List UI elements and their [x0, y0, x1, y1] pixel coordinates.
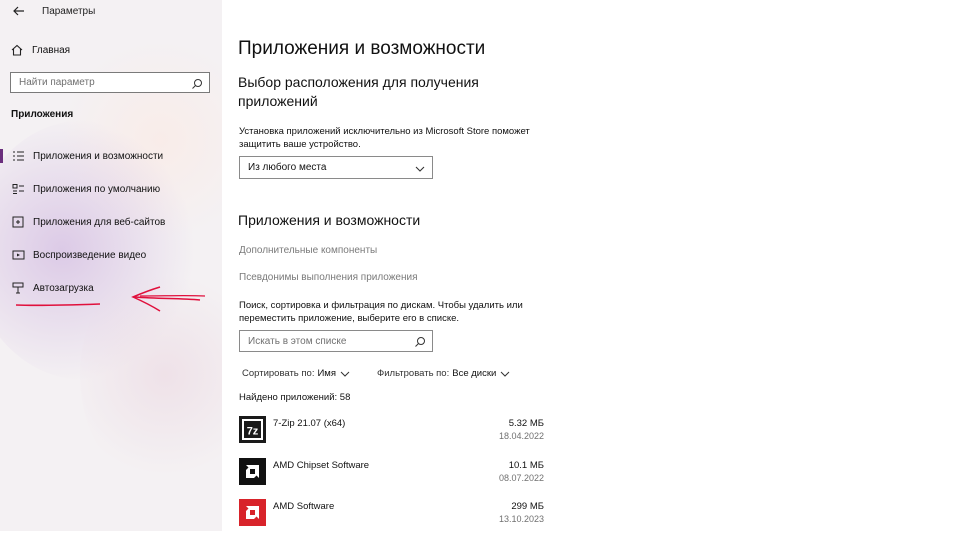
default-apps-icon [11, 183, 25, 195]
chevron-down-icon [340, 371, 350, 377]
home-label: Главная [32, 44, 71, 56]
filter-dropdown[interactable]: Фильтровать по: Все диски [377, 368, 510, 379]
app-name: AMD Software [273, 501, 335, 512]
list-icon [11, 150, 25, 162]
app-list-item[interactable]: AMD Software 299 МБ 13.10.2023 [239, 499, 544, 533]
apps-heading: Приложения и возможности [238, 212, 421, 228]
sidebar-item-default-apps[interactable]: Приложения по умолчанию [0, 174, 222, 204]
section-title: Приложения [11, 109, 74, 120]
page-title: Приложения и возможности [238, 38, 486, 59]
filter-label: Фильтровать по: [377, 368, 450, 379]
dropdown-value: Из любого места [248, 162, 327, 173]
sidebar: Параметры Главная Найти параметр Приложе… [0, 0, 222, 531]
app-date: 13.10.2023 [498, 514, 544, 524]
app-size: 5.32 МБ [508, 418, 544, 429]
source-heading: Выбор расположения для получения приложе… [238, 74, 479, 109]
app-date: 08.07.2022 [498, 473, 544, 483]
chevron-down-icon [414, 162, 426, 180]
home-link[interactable]: Главная [10, 40, 210, 60]
sidebar-item-label: Приложения для веб-сайтов [33, 216, 166, 228]
window-title: Параметры [42, 6, 96, 17]
app-list-search-input[interactable]: Искать в этом списке [239, 330, 433, 352]
search-icon[interactable] [191, 77, 203, 95]
sort-dropdown[interactable]: Сортировать по: Имя [242, 368, 350, 379]
sort-label: Сортировать по: [242, 368, 315, 379]
execution-aliases-link[interactable]: Псевдонимы выполнения приложения [239, 272, 418, 283]
app-source-dropdown[interactable]: Из любого места [239, 156, 433, 179]
main-content: Приложения и возможности Выбор расположе… [222, 0, 960, 531]
title-bar: Параметры [0, 0, 222, 24]
amd-software-logo-icon [239, 499, 266, 526]
app-name: AMD Chipset Software [273, 460, 370, 471]
sidebar-item-label: Автозагрузка [33, 282, 94, 294]
sidebar-item-startup[interactable]: Автозагрузка [0, 273, 222, 303]
video-icon [11, 249, 25, 261]
app-size: 299 МБ [511, 501, 544, 512]
back-arrow-icon[interactable] [12, 4, 26, 18]
search-placeholder: Искать в этом списке [248, 336, 347, 347]
filter-value: Все диски [452, 368, 497, 379]
web-apps-icon [11, 216, 25, 228]
search-description: Поиск, сортировка и фильтрация по дискам… [239, 300, 523, 324]
settings-search-input[interactable]: Найти параметр [10, 72, 210, 93]
home-icon [11, 44, 23, 56]
apps-count: Найдено приложений: 58 [239, 392, 351, 403]
app-size: 10.1 МБ [508, 460, 544, 471]
amd-logo-icon [239, 458, 266, 485]
sidebar-item-apps-features[interactable]: Приложения и возможности [0, 141, 222, 171]
app-name: 7-Zip 21.07 (x64) [273, 418, 346, 429]
search-icon[interactable] [414, 335, 426, 353]
app-date: 18.04.2022 [498, 431, 544, 441]
optional-features-link[interactable]: Дополнительные компоненты [239, 245, 377, 256]
app-list-item[interactable]: AMD Chipset Software 10.1 МБ 08.07.2022 [239, 458, 544, 492]
svg-text:7z: 7z [247, 426, 259, 438]
startup-icon [11, 282, 25, 294]
search-placeholder: Найти параметр [19, 77, 95, 88]
7zip-logo-icon: 7z [239, 416, 266, 443]
sort-value: Имя [317, 368, 336, 379]
sidebar-item-web-apps[interactable]: Приложения для веб-сайтов [0, 207, 222, 237]
source-description: Установка приложений исключительно из Mi… [239, 126, 530, 150]
sidebar-item-label: Приложения по умолчанию [33, 183, 161, 195]
app-list-item[interactable]: 7z 7-Zip 21.07 (x64) 5.32 МБ 18.04.2022 [239, 416, 544, 450]
sidebar-item-label: Воспроизведение видео [33, 249, 147, 261]
sidebar-item-label: Приложения и возможности [33, 150, 164, 162]
chevron-down-icon [500, 371, 510, 377]
sidebar-item-video-playback[interactable]: Воспроизведение видео [0, 240, 222, 270]
